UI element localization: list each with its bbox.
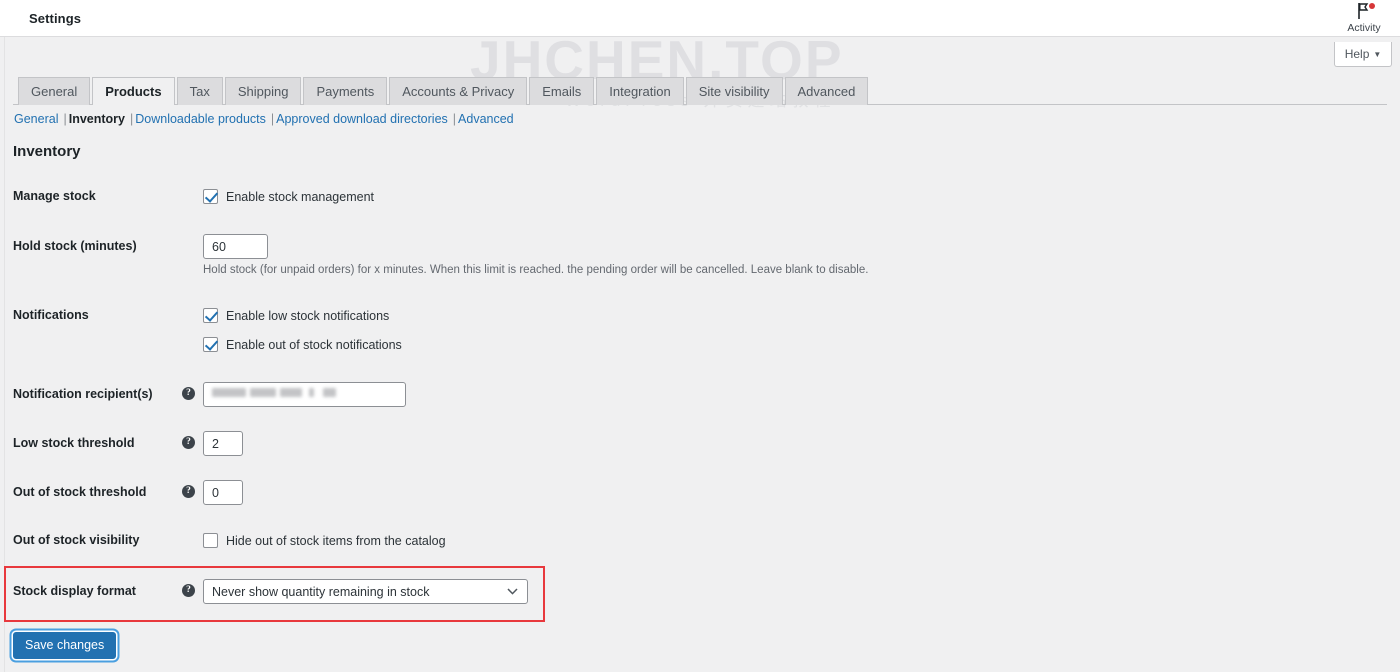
subnav-item-downloadable-products[interactable]: Downloadable products [135,112,266,126]
hold-stock-input[interactable] [203,234,268,259]
question-mark-icon[interactable]: ? [182,584,195,597]
enable-out-of-stock-notifications-checkbox[interactable]: Enable out of stock notifications [203,337,402,352]
tab-integration[interactable]: Integration [596,77,684,105]
subnav-separator: | [130,112,134,126]
hide-out-of-stock-items-label: Hide out of stock items from the catalog [226,533,446,548]
tab-general[interactable]: General [18,77,91,105]
tab-accounts-privacy[interactable]: Accounts & Privacy [389,77,528,105]
stock-display-format-select[interactable]: Never show quantity remaining in stock [203,579,528,604]
checkbox-icon [203,533,218,548]
subnav-item-approved-download-directories[interactable]: Approved download directories [276,112,448,126]
label-stock-display-format: Stock display format [13,584,136,598]
stock-display-format-value: Never show quantity remaining in stock [212,584,430,599]
subnav: General | Inventory | Downloadable products |… [14,112,514,126]
subnav-separator: | [452,112,457,126]
enable-low-stock-notifications-checkbox[interactable]: Enable low stock notifications [203,308,389,323]
checkbox-icon [203,337,218,352]
settings-tab-bar: General Products Tax Shipping Payments Accoun… [18,76,869,106]
tab-payments[interactable]: Payments [303,77,388,105]
tab-shipping[interactable]: Shipping [224,77,302,105]
checkbox-icon [203,308,218,323]
checkbox-icon [203,189,218,204]
tab-products[interactable]: Products [92,77,175,106]
section-title: Inventory [13,143,81,160]
subnav-item-advanced[interactable]: Advanced [458,112,514,126]
save-changes-button[interactable]: Save changes [13,632,117,659]
chevron-down-icon: ▼ [1373,49,1382,59]
tab-emails[interactable]: Emails [529,77,595,105]
question-mark-icon[interactable]: ? [182,387,195,400]
top-bar: Settings [0,0,1400,37]
low-stock-threshold-input[interactable] [203,431,243,456]
question-mark-icon[interactable]: ? [182,485,195,498]
question-mark-icon[interactable]: ? [182,436,195,449]
tab-site-visibility[interactable]: Site visibility [685,77,783,105]
label-notifications: Notifications [13,308,89,322]
activity-button[interactable]: Activity [1333,2,1395,34]
out-of-stock-threshold-input[interactable] [203,480,243,505]
hold-stock-helper-text: Hold stock (for unpaid orders) for x min… [203,264,869,276]
page-left-edge [0,0,5,672]
help-label: Help [1344,47,1370,61]
notification-dot [1369,3,1375,9]
enable-stock-management-label: Enable stock management [226,189,375,204]
help-button[interactable]: Help ▼ [1334,42,1392,67]
subnav-separator: | [270,112,275,126]
chevron-down-icon [507,587,518,597]
notification-recipients-input[interactable] [203,382,406,407]
tab-tax[interactable]: Tax [176,77,223,105]
hide-out-of-stock-items-checkbox[interactable]: Hide out of stock items from the catalog [203,533,446,548]
subnav-item-inventory: Inventory [68,112,125,126]
label-low-stock-threshold: Low stock threshold [13,436,135,450]
enable-stock-management-checkbox[interactable]: Enable stock management [203,189,374,204]
subnav-separator: | [63,112,67,126]
tab-advanced[interactable]: Advanced [784,77,869,105]
subnav-item-general[interactable]: General [14,112,58,126]
label-notification-recipients: Notification recipient(s) [13,387,153,401]
low-stock-notifications-label: Enable low stock notifications [226,308,390,323]
label-out-of-stock-visibility: Out of stock visibility [13,533,140,547]
page-title: Settings [29,11,82,26]
label-hold-stock: Hold stock (minutes) [13,239,137,253]
flag-icon [1333,2,1395,22]
activity-label: Activity [1347,22,1381,34]
label-out-of-stock-threshold: Out of stock threshold [13,485,147,499]
label-manage-stock: Manage stock [13,189,96,203]
out-of-stock-notifications-label: Enable out of stock notifications [226,337,402,352]
